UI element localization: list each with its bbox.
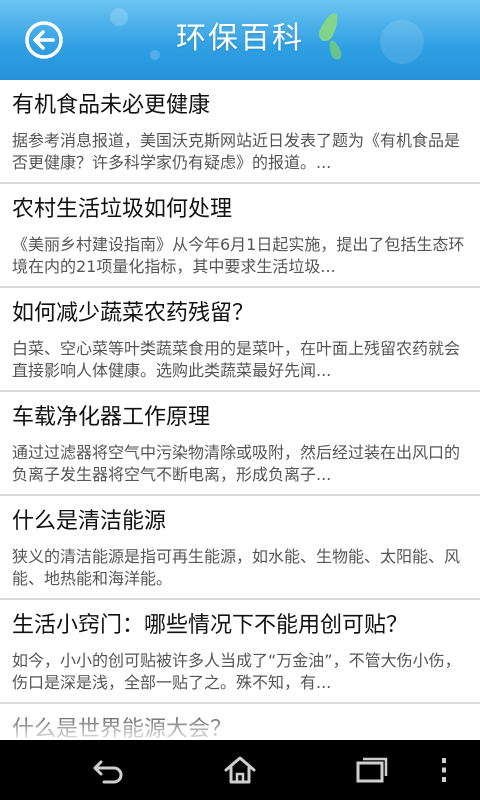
article-item-rural-garbage[interactable]: 农村生活垃圾如何处理 《美丽乡村建设指南》从今年6月1日起实施，提出了包括生态环… (0, 184, 480, 288)
article-item-car-purifier[interactable]: 车载净化器工作原理 通过过滤器将空气中污染物清除或吸附，然后经过装在出风口的负离… (0, 392, 480, 496)
article-title: 车载净化器工作原理 (12, 405, 211, 430)
nav-home-button[interactable] (210, 750, 270, 790)
article-summary: 《美丽乡村建设指南》从今年6月1日起实施，提出了包括生态环境在内的21项量化指标… (12, 235, 465, 276)
system-navigation-bar (0, 740, 480, 800)
article-item-world-energy-congress[interactable]: 什么是世界能源大会？ (0, 704, 480, 740)
article-item-pesticide-residue[interactable]: 如何减少蔬菜农药残留？ 白菜、空心菜等叶类蔬菜食用的是菜叶，在叶面上残留农药就会… (0, 288, 480, 392)
article-item-clean-energy[interactable]: 什么是清洁能源 狭义的清洁能源是指可再生能源，如水能、生物能、太阳能、风能、地热… (0, 496, 480, 600)
article-summary: 据参考消息报道，美国沃克斯网站近日发表了题为《有机食品是否更健康？许多科学家仍有… (12, 131, 461, 172)
article-title: 农村生活垃圾如何处理 (12, 197, 233, 222)
article-summary: 白菜、空心菜等叶类蔬菜食用的是菜叶，在叶面上残留农药就会直接影响人体健康。选购此… (12, 339, 461, 380)
article-title: 生活小窍门：哪些情况下不能用创可贴？ (12, 613, 409, 638)
article-item-band-aid[interactable]: 生活小窍门：哪些情况下不能用创可贴？ 如今，小小的创可贴被许多人当成了“万金油”… (0, 600, 480, 704)
article-summary: 如今，小小的创可贴被许多人当成了“万金油”，不管大伤小伤，伤口是深是浅，全部一贴… (12, 651, 461, 692)
title-bar: 环保百科 (0, 0, 480, 80)
recent-apps-icon (356, 757, 388, 783)
article-summary: 通过过滤器将空气中污染物清除或吸附，然后经过装在出风口的负离子发生器将空气不断电… (12, 443, 461, 484)
article-title: 如何减少蔬菜农药残留？ (12, 301, 255, 326)
article-item-organic-food[interactable]: 有机食品未必更健康 据参考消息报道，美国沃克斯网站近日发表了题为《有机食品是否更… (0, 80, 480, 184)
article-summary: 狭义的清洁能源是指可再生能源，如水能、生物能、太阳能、风能、地热能和海洋能。 (12, 547, 461, 588)
back-icon (93, 760, 123, 784)
nav-recent-apps-button[interactable] (342, 750, 402, 790)
article-list[interactable]: 有机食品未必更健康 据参考消息报道，美国沃克斯网站近日发表了题为《有机食品是否更… (0, 80, 480, 740)
article-title: 什么是世界能源大会？ (12, 717, 233, 740)
page-title: 环保百科 (176, 21, 304, 56)
article-title: 什么是清洁能源 (12, 509, 167, 534)
home-icon (224, 756, 256, 784)
nav-menu-button[interactable] (424, 750, 464, 790)
app-screen: 环保百科 有机食品未必更健康 据参考消息报道，美国沃克斯网站近日发表了题为《有机… (0, 0, 480, 800)
menu-icon (442, 758, 446, 782)
nav-back-button[interactable] (78, 750, 138, 790)
article-title: 有机食品未必更健康 (12, 93, 211, 118)
